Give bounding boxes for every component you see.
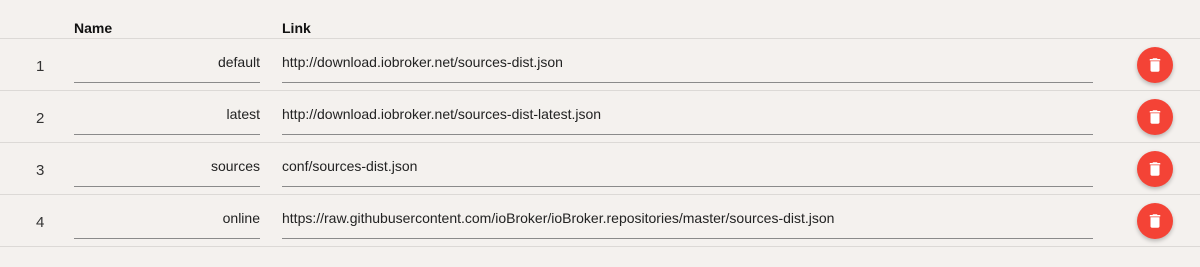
link-input-value: conf/sources-dist.json: [282, 158, 418, 174]
table-row: 1 default http://download.iobroker.net/s…: [0, 39, 1200, 91]
trash-icon: [1149, 162, 1161, 176]
link-input[interactable]: http://download.iobroker.net/sources-dis…: [282, 51, 1093, 83]
link-input-value: http://download.iobroker.net/sources-dis…: [282, 54, 563, 70]
column-header-name: Name: [74, 20, 113, 36]
row-index: 3: [36, 162, 45, 179]
table-row: 2 latest http://download.iobroker.net/so…: [0, 91, 1200, 143]
link-input[interactable]: http://download.iobroker.net/sources-dis…: [282, 103, 1093, 135]
trash-icon: [1149, 58, 1161, 72]
column-header-link: Link: [282, 20, 311, 36]
name-input-value: sources: [210, 158, 260, 174]
name-input[interactable]: sources: [74, 155, 260, 187]
name-input-value: default: [217, 54, 260, 70]
name-input[interactable]: default: [74, 51, 260, 83]
trash-icon: [1149, 214, 1161, 228]
name-input-value: online: [222, 210, 260, 226]
row-index: 1: [36, 58, 45, 75]
link-input[interactable]: https://raw.githubusercontent.com/ioBrok…: [282, 207, 1093, 239]
table-header: Name Link: [0, 0, 1200, 39]
name-input-value: latest: [226, 106, 260, 122]
link-input[interactable]: conf/sources-dist.json: [282, 155, 1093, 187]
delete-button[interactable]: [1137, 47, 1173, 83]
table-row: 3 sources conf/sources-dist.json: [0, 143, 1200, 195]
name-input[interactable]: online: [74, 207, 260, 239]
table-row: 4 online https://raw.githubusercontent.c…: [0, 195, 1200, 247]
link-input-value: https://raw.githubusercontent.com/ioBrok…: [282, 210, 835, 226]
repositories-table: Name Link 1 default http://download.iobr…: [0, 0, 1200, 247]
trash-icon: [1149, 110, 1161, 124]
delete-button[interactable]: [1137, 203, 1173, 239]
delete-button[interactable]: [1137, 99, 1173, 135]
name-input[interactable]: latest: [74, 103, 260, 135]
link-input-value: http://download.iobroker.net/sources-dis…: [282, 106, 602, 122]
row-index: 4: [36, 214, 45, 231]
delete-button[interactable]: [1137, 151, 1173, 187]
row-index: 2: [36, 110, 45, 127]
